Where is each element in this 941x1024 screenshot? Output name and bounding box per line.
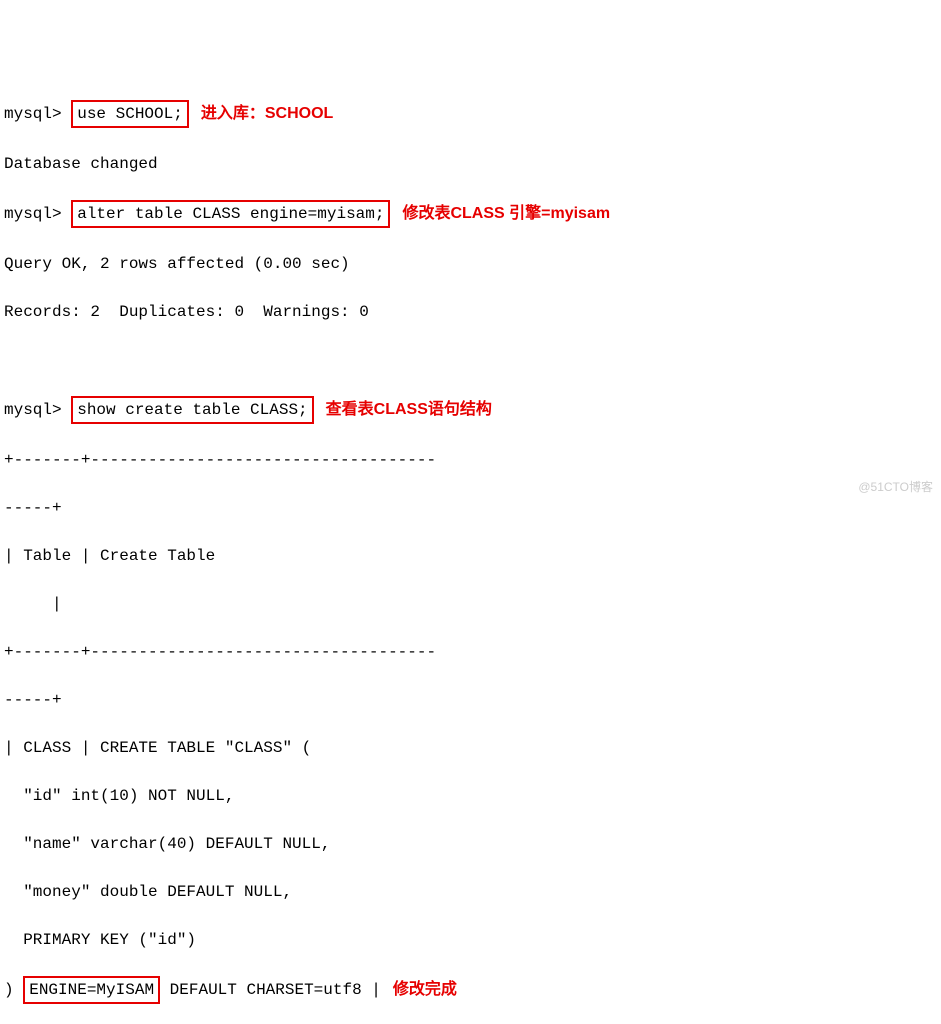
cmd2-annotation: 修改表CLASS 引擎=myisam	[402, 202, 610, 226]
cmd-line-1: mysql> use SCHOOL; 进入库：SCHOOL	[4, 100, 937, 128]
separator: +-------+-------------------------------…	[4, 640, 937, 664]
cmd3-annotation: 查看表CLASS语句结构	[326, 398, 492, 422]
separator-end: -----+	[4, 688, 937, 712]
header-row: | Table | Create Table	[4, 544, 937, 568]
watermark: @51CTO博客	[858, 478, 933, 496]
cmd2-box: alter table CLASS engine=myisam;	[71, 200, 390, 228]
separator-end: -----+	[4, 496, 937, 520]
body-l2: "id" int(10) NOT NULL,	[4, 784, 937, 808]
engine-box: ENGINE=MyISAM	[23, 976, 160, 1004]
cmd1-annotation: 进入库：SCHOOL	[201, 102, 333, 126]
cmd3-box: show create table CLASS;	[71, 396, 313, 424]
body-l6-pre: )	[4, 978, 14, 1002]
body-l1: | CLASS | CREATE TABLE "CLASS" (	[4, 736, 937, 760]
body-l6: ) ENGINE=MyISAM DEFAULT CHARSET=utf8 | 修改…	[4, 976, 937, 1004]
body-l4: "money" double DEFAULT NULL,	[4, 880, 937, 904]
out2a: Query OK, 2 rows affected (0.00 sec)	[4, 252, 937, 276]
out1: Database changed	[4, 152, 937, 176]
cmd-line-2: mysql> alter table CLASS engine=myisam; 修…	[4, 200, 937, 228]
body-l6-post: DEFAULT CHARSET=utf8 |	[170, 978, 381, 1002]
body-l3: "name" varchar(40) DEFAULT NULL,	[4, 832, 937, 856]
header-pipe: |	[4, 592, 937, 616]
prompt: mysql>	[4, 102, 62, 126]
blank-line	[4, 348, 937, 372]
prompt: mysql>	[4, 202, 62, 226]
cmd-line-3: mysql> show create table CLASS; 查看表CLASS语…	[4, 396, 937, 424]
prompt: mysql>	[4, 398, 62, 422]
separator: +-------+-------------------------------…	[4, 448, 937, 472]
cmd1-box: use SCHOOL;	[71, 100, 189, 128]
out2b: Records: 2 Duplicates: 0 Warnings: 0	[4, 300, 937, 324]
body-l6-annotation: 修改完成	[393, 978, 457, 1002]
body-l5: PRIMARY KEY ("id")	[4, 928, 937, 952]
